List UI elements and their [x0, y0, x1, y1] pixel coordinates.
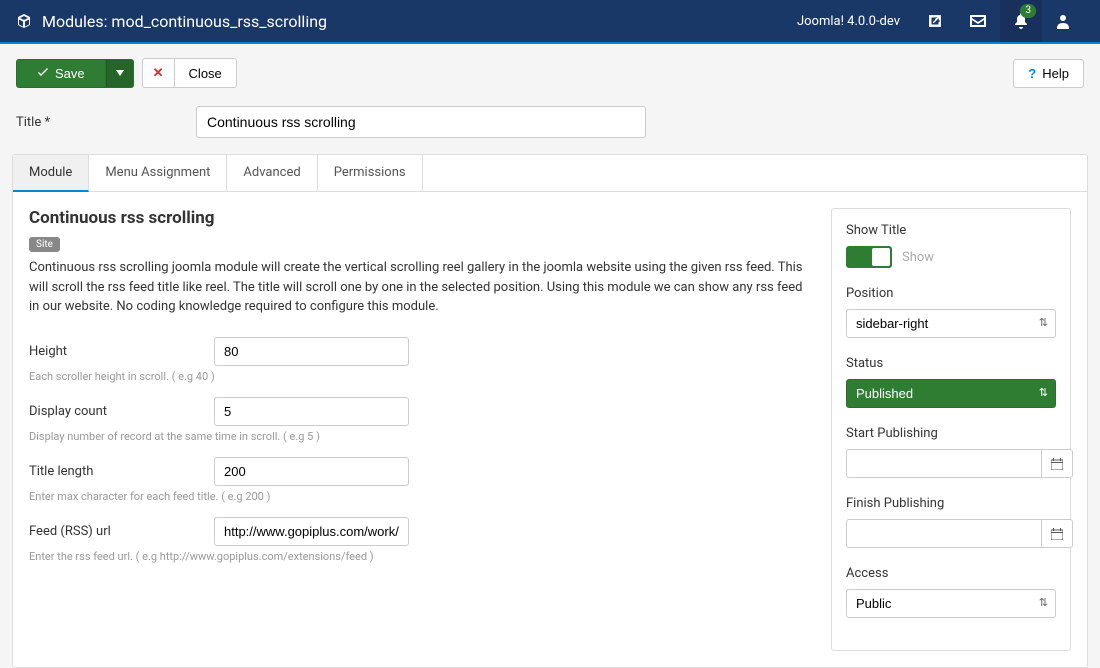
- module-heading: Continuous rss scrolling: [29, 208, 811, 228]
- finish-publishing-label: Finish Publishing: [846, 496, 1056, 511]
- status-label: Status: [846, 356, 1056, 371]
- display-count-label: Display count: [29, 404, 194, 419]
- title-length-label: Title length: [29, 464, 194, 479]
- close-button-label: Close: [189, 66, 222, 81]
- title-row: Title *: [0, 102, 1100, 154]
- page-title: Modules: mod_continuous_rss_scrolling: [42, 12, 327, 31]
- finish-publishing-calendar-button[interactable]: [1042, 519, 1073, 548]
- show-title-group: Show Title Show: [846, 223, 1056, 268]
- display-count-input[interactable]: [214, 397, 409, 426]
- show-title-text: Show: [902, 250, 934, 265]
- save-button-label: Save: [55, 66, 85, 81]
- help-button-label: Help: [1042, 66, 1069, 81]
- start-publishing-group: Start Publishing: [846, 426, 1056, 478]
- position-group: Position sidebar-right: [846, 286, 1056, 338]
- external-link-button[interactable]: [914, 0, 956, 42]
- start-publishing-label: Start Publishing: [846, 426, 1056, 441]
- tabs: Module Menu Assignment Advanced Permissi…: [13, 155, 1087, 192]
- display-count-hint: Display number of record at the same tim…: [29, 430, 811, 443]
- start-publishing-calendar-button[interactable]: [1042, 449, 1073, 478]
- position-select[interactable]: sidebar-right: [846, 309, 1056, 338]
- show-title-label: Show Title: [846, 223, 1056, 238]
- title-length-hint: Enter max character for each feed title.…: [29, 490, 811, 503]
- feed-url-label: Feed (RSS) url: [29, 524, 194, 539]
- feed-url-input[interactable]: [214, 517, 409, 546]
- height-label: Height: [29, 344, 194, 359]
- tab-menu-assignment[interactable]: Menu Assignment: [89, 155, 227, 191]
- position-label: Position: [846, 286, 1056, 301]
- access-group: Access Public: [846, 566, 1056, 618]
- height-input[interactable]: [214, 337, 409, 366]
- toolbar-right: ? Help: [1013, 59, 1084, 88]
- toggle-knob: [872, 248, 890, 266]
- save-button[interactable]: Save: [16, 59, 106, 88]
- version-label: Joomla! 4.0.0-dev: [783, 0, 914, 42]
- title-length-input[interactable]: [214, 457, 409, 486]
- tabs-container: Module Menu Assignment Advanced Permissi…: [12, 154, 1088, 668]
- status-group: Status Published: [846, 356, 1056, 408]
- mail-button[interactable]: [956, 0, 1000, 42]
- title-input[interactable]: [196, 106, 646, 138]
- save-dropdown-button[interactable]: [106, 59, 134, 88]
- caret-down-icon: [116, 70, 124, 76]
- cube-icon: [16, 13, 32, 29]
- access-label: Access: [846, 566, 1056, 581]
- header-right: Joomla! 4.0.0-dev 3: [783, 0, 1084, 42]
- check-icon: [37, 67, 49, 79]
- help-button[interactable]: ? Help: [1013, 59, 1084, 88]
- finish-publishing-group: Finish Publishing: [846, 496, 1056, 548]
- calendar-icon: [1051, 528, 1063, 540]
- title-label: Title *: [16, 115, 176, 130]
- notification-badge: 3: [1020, 4, 1036, 18]
- calendar-icon: [1051, 458, 1063, 470]
- notifications-button[interactable]: 3: [1000, 0, 1042, 42]
- start-publishing-input[interactable]: [846, 449, 1042, 478]
- user-button[interactable]: [1042, 0, 1084, 42]
- content: Continuous rss scrolling Site Continuous…: [13, 192, 1087, 667]
- status-select[interactable]: Published: [846, 379, 1056, 408]
- field-height: Height Each scroller height in scroll. (…: [29, 337, 811, 383]
- side-column: Show Title Show Position sidebar-right: [831, 208, 1071, 651]
- module-description: Continuous rss scrolling joomla module w…: [29, 258, 811, 317]
- help-icon: ?: [1028, 66, 1036, 81]
- height-hint: Each scroller height in scroll. ( e.g 40…: [29, 370, 811, 383]
- close-button-group: ✕ Close: [142, 58, 237, 88]
- site-badge: Site: [29, 237, 60, 252]
- field-title-length: Title length Enter max character for eac…: [29, 457, 811, 503]
- field-feed-url: Feed (RSS) url Enter the rss feed url. (…: [29, 517, 811, 563]
- feed-url-hint: Enter the rss feed url. ( e.g http://www…: [29, 550, 811, 563]
- main-column: Continuous rss scrolling Site Continuous…: [29, 208, 811, 651]
- header-title: Modules: mod_continuous_rss_scrolling: [16, 12, 783, 31]
- toolbar: Save ✕ Close ? Help: [0, 44, 1100, 102]
- save-button-group: Save: [16, 59, 134, 88]
- header: Modules: mod_continuous_rss_scrolling Jo…: [0, 0, 1100, 44]
- close-x-button[interactable]: ✕: [142, 58, 175, 88]
- finish-publishing-input[interactable]: [846, 519, 1042, 548]
- close-button[interactable]: Close: [175, 58, 237, 88]
- show-title-toggle[interactable]: [846, 246, 892, 268]
- tab-module[interactable]: Module: [13, 155, 89, 192]
- access-select[interactable]: Public: [846, 589, 1056, 618]
- tab-permissions[interactable]: Permissions: [318, 155, 423, 191]
- tab-advanced[interactable]: Advanced: [227, 155, 317, 191]
- field-display-count: Display count Display number of record a…: [29, 397, 811, 443]
